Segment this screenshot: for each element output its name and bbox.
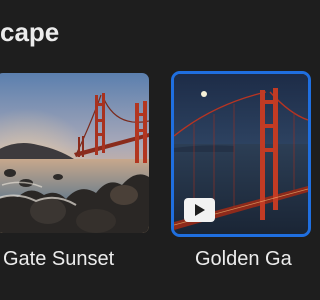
wallpaper-tile-sunset-label: Gate Sunset xyxy=(3,248,115,270)
play-badge xyxy=(184,198,215,222)
wallpaper-tile-night-label: Golden Ga xyxy=(195,248,292,270)
section-title: cape xyxy=(0,17,60,47)
wallpaper-tile-sunset[interactable] xyxy=(0,73,149,233)
wallpaper-tile-night[interactable] xyxy=(171,71,311,237)
play-icon xyxy=(195,204,205,216)
bridge-sunset-thumbnail xyxy=(0,73,149,233)
